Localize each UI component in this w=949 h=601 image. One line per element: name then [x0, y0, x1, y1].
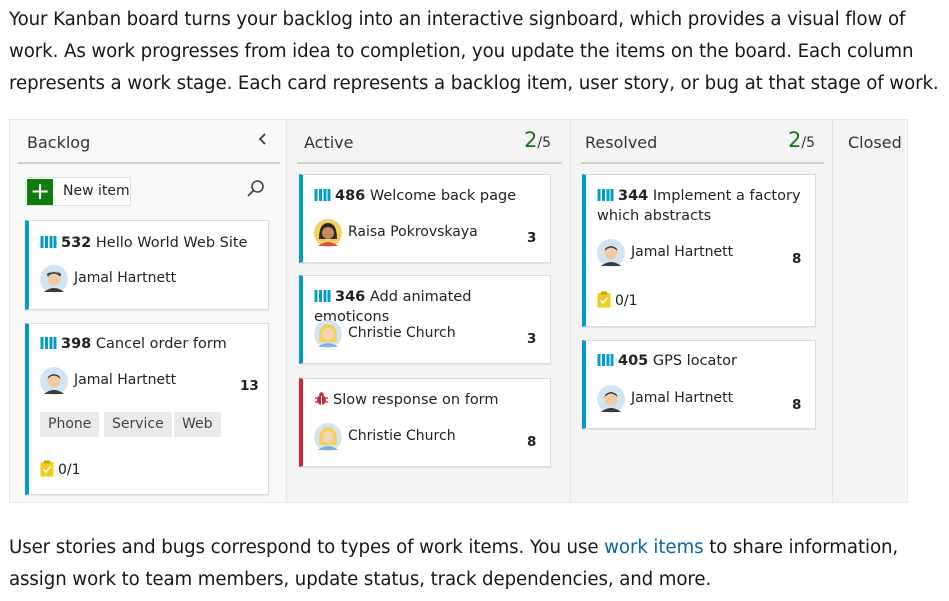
tag[interactable]: Phone [40, 412, 100, 437]
card-title: 344 Implement a factory which abstracts [597, 186, 801, 226]
work-item-card-346[interactable]: 346 Add animated emoticons Christie Chur… [299, 275, 551, 364]
card-title-text: Slow response on form [333, 392, 499, 408]
work-item-card-405[interactable]: 405 GPS locator Jamal Hartnett 8 [582, 340, 816, 429]
search-icon[interactable] [245, 178, 267, 200]
column-backlog: Backlog + New item 532 Hello World Web S… [10, 120, 286, 502]
task-progress[interactable]: 0/1 [40, 460, 81, 478]
column-title: Resolved [585, 133, 658, 152]
card-title-text: GPS locator [652, 353, 737, 369]
avatar [314, 320, 342, 348]
card-title: 532 Hello World Web Site [40, 233, 247, 253]
assignee-name: Christie Church [348, 325, 456, 341]
avatar [597, 385, 625, 413]
card-id: 405 [618, 353, 649, 369]
work-item-card-486[interactable]: 486 Welcome back page Raisa Pokrovskaya … [299, 174, 551, 263]
card-id: 346 [335, 289, 366, 305]
column-header-resolved: Resolved 2/5 [571, 120, 832, 164]
story-points: 3 [527, 331, 537, 347]
column-title: Active [304, 133, 354, 152]
card-title: 486 Welcome back page [314, 186, 516, 206]
work-items-link[interactable]: work items [604, 537, 703, 558]
assignee-name: Jamal Hartnett [631, 390, 734, 406]
card-title-text: which abstracts [597, 208, 712, 224]
column-header-divider [18, 162, 280, 164]
wip-max: /5 [801, 135, 815, 151]
avatar [597, 239, 625, 267]
work-item-card-532[interactable]: 532 Hello World Web Site Jamal Hartnett [25, 220, 269, 310]
assignee-name: Raisa Pokrovskaya [348, 224, 478, 240]
new-item-label: New item [63, 183, 130, 199]
column-resolved: Resolved 2/5 344 Implement a factory whic… [570, 120, 832, 502]
column-active: Active 2/5 486 Welcome back page Raisa P… [286, 120, 570, 502]
assignee-name: Christie Church [348, 428, 456, 444]
avatar [314, 219, 342, 247]
column-header-backlog: Backlog [10, 120, 286, 164]
kanban-board: Backlog + New item 532 Hello World Web S… [9, 119, 908, 503]
column-header-active: Active 2/5 [287, 120, 570, 164]
column-title: Closed [848, 133, 902, 152]
card-title-text: Hello World Web Site [95, 235, 248, 251]
clipboard-check-icon [597, 291, 611, 308]
tag[interactable]: Service [104, 412, 172, 437]
intro-paragraph: Your Kanban board turns your backlog int… [9, 9, 939, 94]
book-icon [597, 354, 614, 366]
work-item-card-344[interactable]: 344 Implement a factory which abstracts J… [582, 174, 816, 327]
story-points: 3 [527, 230, 537, 246]
work-item-card-398[interactable]: 398 Cancel order form Jamal Hartnett 13 … [25, 323, 269, 495]
card-title: 346 Add animated emoticons [314, 287, 550, 327]
card-title: 398 Cancel order form [40, 334, 227, 354]
bug-card[interactable]: Slow response on form Christie Church 8 [299, 378, 551, 467]
column-title: Backlog [27, 133, 91, 152]
card-id: 486 [335, 188, 366, 204]
story-points: 8 [792, 251, 802, 267]
avatar [40, 367, 68, 395]
assignee-name: Jamal Hartnett [74, 372, 177, 388]
story-points: 8 [792, 397, 802, 413]
column-header-divider [581, 162, 824, 164]
avatar [40, 265, 68, 293]
task-progress[interactable]: 0/1 [597, 291, 638, 309]
new-item-button[interactable]: + New item [25, 177, 131, 206]
wip-limit: 2/5 [788, 128, 815, 152]
clipboard-check-icon [40, 460, 54, 477]
outro-text: User stories and bugs correspond to type… [9, 537, 605, 558]
card-title: 405 GPS locator [597, 351, 737, 371]
avatar [314, 423, 342, 451]
card-id: 398 [61, 336, 92, 352]
chevron-left-icon[interactable] [257, 131, 269, 152]
outro-paragraph: User stories and bugs correspond to type… [9, 532, 944, 596]
book-icon [40, 236, 57, 248]
book-icon [40, 337, 57, 349]
story-points: 8 [527, 434, 537, 450]
tag[interactable]: Web [174, 412, 221, 437]
assignee-name: Jamal Hartnett [631, 244, 734, 260]
card-title-text: Implement a factory [652, 188, 801, 204]
card-title: Slow response on form [314, 390, 499, 410]
wip-count: 2 [788, 128, 802, 152]
wip-count: 2 [524, 128, 538, 152]
task-count: 0/1 [615, 293, 638, 309]
story-points: 13 [240, 378, 259, 394]
column-header-closed: Closed [833, 120, 907, 164]
task-count: 0/1 [58, 462, 81, 478]
card-title-text: Welcome back page [369, 188, 517, 204]
assignee-name: Jamal Hartnett [74, 270, 177, 286]
column-header-divider [297, 162, 562, 164]
card-id: 532 [61, 235, 92, 251]
plus-icon: + [27, 179, 53, 205]
column-closed: Closed [832, 120, 907, 502]
card-id: 344 [618, 188, 649, 204]
card-title-text: Cancel order form [95, 336, 227, 352]
bug-icon [315, 392, 328, 405]
wip-max: /5 [537, 135, 551, 151]
wip-limit: 2/5 [524, 128, 551, 152]
book-icon [314, 290, 331, 302]
book-icon [314, 189, 331, 201]
book-icon [597, 189, 614, 201]
